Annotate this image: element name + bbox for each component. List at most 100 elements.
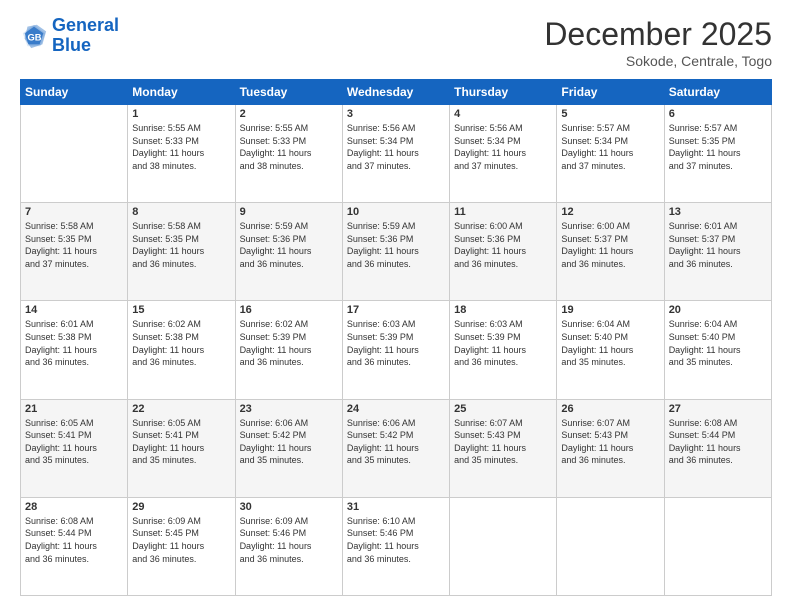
day-info: Sunrise: 5:57 AM Sunset: 5:34 PM Dayligh… (561, 122, 659, 172)
day-info: Sunrise: 6:04 AM Sunset: 5:40 PM Dayligh… (561, 318, 659, 368)
logo: GB General Blue (20, 16, 119, 56)
week-row-1: 1 Sunrise: 5:55 AM Sunset: 5:33 PM Daylig… (21, 105, 772, 203)
day-number: 7 (25, 206, 123, 218)
day-info: Sunrise: 6:05 AM Sunset: 5:41 PM Dayligh… (132, 417, 230, 467)
day-number: 29 (132, 501, 230, 513)
day-number: 9 (240, 206, 338, 218)
calendar-header-row: Sunday Monday Tuesday Wednesday Thursday… (21, 80, 772, 105)
table-row (21, 105, 128, 203)
svg-text:GB: GB (27, 32, 41, 42)
logo-icon: GB (20, 22, 48, 50)
day-number: 23 (240, 403, 338, 415)
day-number: 20 (669, 304, 767, 316)
day-number: 17 (347, 304, 445, 316)
table-row: 20 Sunrise: 6:04 AM Sunset: 5:40 PM Dayli… (664, 301, 771, 399)
table-row: 27 Sunrise: 6:08 AM Sunset: 5:44 PM Dayli… (664, 399, 771, 497)
day-info: Sunrise: 6:05 AM Sunset: 5:41 PM Dayligh… (25, 417, 123, 467)
day-number: 16 (240, 304, 338, 316)
day-number: 27 (669, 403, 767, 415)
day-info: Sunrise: 6:07 AM Sunset: 5:43 PM Dayligh… (454, 417, 552, 467)
day-info: Sunrise: 5:58 AM Sunset: 5:35 PM Dayligh… (25, 220, 123, 270)
table-row: 11Sunrise: 6:00 AM Sunset: 5:36 PM Dayli… (450, 203, 557, 301)
col-friday: Friday (557, 80, 664, 105)
week-row-2: 7 Sunrise: 5:58 AM Sunset: 5:35 PM Daylig… (21, 203, 772, 301)
day-number: 22 (132, 403, 230, 415)
table-row: 15Sunrise: 6:02 AM Sunset: 5:38 PM Dayli… (128, 301, 235, 399)
title-block: December 2025 Sokode, Centrale, Togo (544, 16, 772, 69)
table-row: 8Sunrise: 5:58 AM Sunset: 5:35 PM Daylig… (128, 203, 235, 301)
day-info: Sunrise: 6:09 AM Sunset: 5:45 PM Dayligh… (132, 515, 230, 565)
day-number: 4 (454, 108, 552, 120)
day-info: Sunrise: 6:01 AM Sunset: 5:38 PM Dayligh… (25, 318, 123, 368)
table-row: 26Sunrise: 6:07 AM Sunset: 5:43 PM Dayli… (557, 399, 664, 497)
table-row: 6Sunrise: 5:57 AM Sunset: 5:35 PM Daylig… (664, 105, 771, 203)
week-row-5: 28 Sunrise: 6:08 AM Sunset: 5:44 PM Dayli… (21, 497, 772, 595)
day-number: 21 (25, 403, 123, 415)
day-info: Sunrise: 6:03 AM Sunset: 5:39 PM Dayligh… (454, 318, 552, 368)
table-row: 23Sunrise: 6:06 AM Sunset: 5:42 PM Dayli… (235, 399, 342, 497)
day-info: Sunrise: 5:56 AM Sunset: 5:34 PM Dayligh… (347, 122, 445, 172)
day-info: Sunrise: 6:04 AM Sunset: 5:40 PM Dayligh… (669, 318, 767, 368)
table-row: 9 Sunrise: 5:59 AM Sunset: 5:36 PM Daylig… (235, 203, 342, 301)
table-row: 5 Sunrise: 5:57 AM Sunset: 5:34 PM Daylig… (557, 105, 664, 203)
col-tuesday: Tuesday (235, 80, 342, 105)
table-row: 31 Sunrise: 6:10 AM Sunset: 5:46 PM Dayli… (342, 497, 449, 595)
day-number: 12 (561, 206, 659, 218)
logo-text: General Blue (52, 16, 119, 56)
day-number: 30 (240, 501, 338, 513)
table-row: 18 Sunrise: 6:03 AM Sunset: 5:39 PM Dayli… (450, 301, 557, 399)
day-info: Sunrise: 6:08 AM Sunset: 5:44 PM Dayligh… (25, 515, 123, 565)
day-number: 1 (132, 108, 230, 120)
table-row: 3Sunrise: 5:56 AM Sunset: 5:34 PM Daylig… (342, 105, 449, 203)
day-info: Sunrise: 6:00 AM Sunset: 5:36 PM Dayligh… (454, 220, 552, 270)
table-row: 21 Sunrise: 6:05 AM Sunset: 5:41 PM Dayli… (21, 399, 128, 497)
col-sunday: Sunday (21, 80, 128, 105)
day-number: 13 (669, 206, 767, 218)
day-info: Sunrise: 6:02 AM Sunset: 5:39 PM Dayligh… (240, 318, 338, 368)
table-row: 14 Sunrise: 6:01 AM Sunset: 5:38 PM Dayli… (21, 301, 128, 399)
table-row: 29 Sunrise: 6:09 AM Sunset: 5:45 PM Dayli… (128, 497, 235, 595)
day-info: Sunrise: 5:59 AM Sunset: 5:36 PM Dayligh… (240, 220, 338, 270)
day-info: Sunrise: 6:06 AM Sunset: 5:42 PM Dayligh… (347, 417, 445, 467)
day-number: 15 (132, 304, 230, 316)
table-row (557, 497, 664, 595)
day-number: 28 (25, 501, 123, 513)
day-number: 31 (347, 501, 445, 513)
table-row (450, 497, 557, 595)
logo-line2: Blue (52, 35, 91, 55)
day-info: Sunrise: 6:00 AM Sunset: 5:37 PM Dayligh… (561, 220, 659, 270)
day-number: 14 (25, 304, 123, 316)
location-subtitle: Sokode, Centrale, Togo (544, 53, 772, 69)
day-info: Sunrise: 5:57 AM Sunset: 5:35 PM Dayligh… (669, 122, 767, 172)
table-row: 19Sunrise: 6:04 AM Sunset: 5:40 PM Dayli… (557, 301, 664, 399)
day-info: Sunrise: 6:10 AM Sunset: 5:46 PM Dayligh… (347, 515, 445, 565)
table-row: 13Sunrise: 6:01 AM Sunset: 5:37 PM Dayli… (664, 203, 771, 301)
table-row: 17 Sunrise: 6:03 AM Sunset: 5:39 PM Dayli… (342, 301, 449, 399)
table-row: 4 Sunrise: 5:56 AM Sunset: 5:34 PM Daylig… (450, 105, 557, 203)
day-info: Sunrise: 6:07 AM Sunset: 5:43 PM Dayligh… (561, 417, 659, 467)
day-info: Sunrise: 5:59 AM Sunset: 5:36 PM Dayligh… (347, 220, 445, 270)
col-saturday: Saturday (664, 80, 771, 105)
col-monday: Monday (128, 80, 235, 105)
day-info: Sunrise: 5:55 AM Sunset: 5:33 PM Dayligh… (132, 122, 230, 172)
day-info: Sunrise: 5:56 AM Sunset: 5:34 PM Dayligh… (454, 122, 552, 172)
table-row: 25Sunrise: 6:07 AM Sunset: 5:43 PM Dayli… (450, 399, 557, 497)
page: GB General Blue December 2025 Sokode, Ce… (0, 0, 792, 612)
calendar-table: Sunday Monday Tuesday Wednesday Thursday… (20, 79, 772, 596)
day-info: Sunrise: 5:55 AM Sunset: 5:33 PM Dayligh… (240, 122, 338, 172)
table-row (664, 497, 771, 595)
table-row: 12 Sunrise: 6:00 AM Sunset: 5:37 PM Dayli… (557, 203, 664, 301)
day-info: Sunrise: 6:09 AM Sunset: 5:46 PM Dayligh… (240, 515, 338, 565)
day-number: 18 (454, 304, 552, 316)
table-row: 16 Sunrise: 6:02 AM Sunset: 5:39 PM Dayli… (235, 301, 342, 399)
week-row-4: 21 Sunrise: 6:05 AM Sunset: 5:41 PM Dayli… (21, 399, 772, 497)
day-info: Sunrise: 5:58 AM Sunset: 5:35 PM Dayligh… (132, 220, 230, 270)
table-row: 30 Sunrise: 6:09 AM Sunset: 5:46 PM Dayli… (235, 497, 342, 595)
day-info: Sunrise: 6:08 AM Sunset: 5:44 PM Dayligh… (669, 417, 767, 467)
day-number: 5 (561, 108, 659, 120)
day-info: Sunrise: 6:03 AM Sunset: 5:39 PM Dayligh… (347, 318, 445, 368)
day-number: 10 (347, 206, 445, 218)
col-thursday: Thursday (450, 80, 557, 105)
table-row: 7 Sunrise: 5:58 AM Sunset: 5:35 PM Daylig… (21, 203, 128, 301)
day-number: 24 (347, 403, 445, 415)
